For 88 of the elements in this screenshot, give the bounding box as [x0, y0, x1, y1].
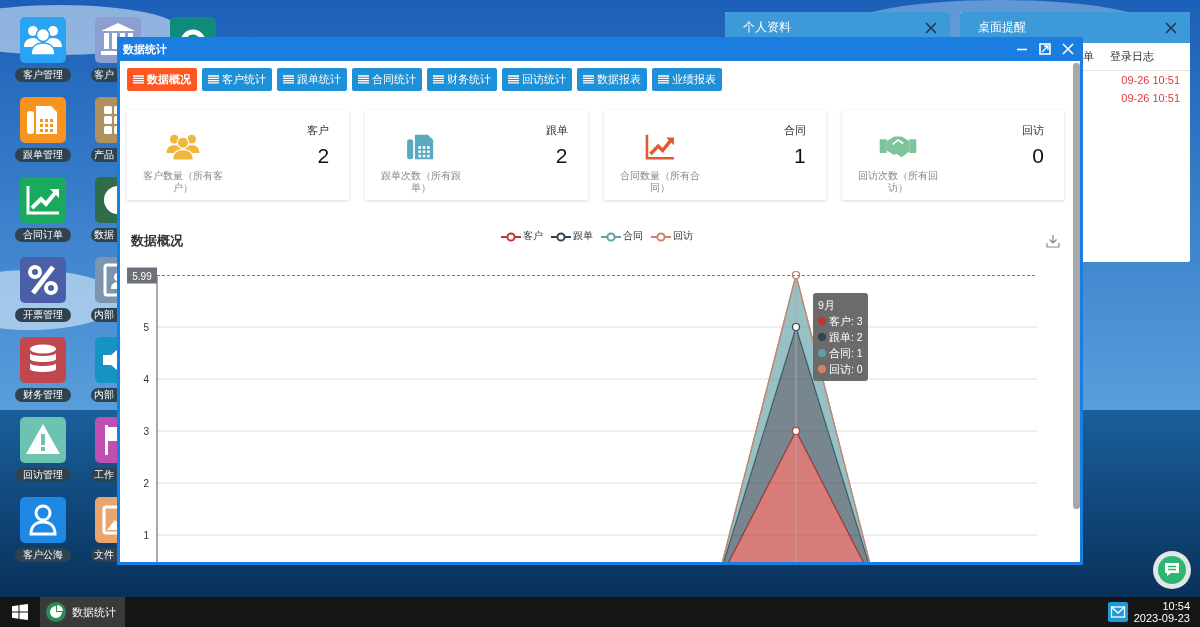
- panel-tab[interactable]: 登录日志: [1110, 49, 1154, 64]
- list-icon: [358, 75, 369, 84]
- card-description: 合同数量（所有合同）: [618, 170, 701, 194]
- desktop-icon-label[interactable]: 合同订单: [14, 228, 71, 242]
- card-value: 0: [1032, 144, 1044, 168]
- flag-icon[interactable]: [94, 417, 117, 463]
- speaker-icon[interactable]: [94, 337, 117, 383]
- close-icon[interactable]: [925, 21, 937, 34]
- desktop-icon-label[interactable]: 内部: [91, 308, 117, 322]
- card-value: 1: [794, 144, 806, 168]
- window-title: 数据统计: [123, 41, 168, 57]
- list-icon: [583, 75, 594, 84]
- panel-title: 桌面提醒: [978, 19, 1027, 36]
- desktop-icon-label[interactable]: 产品: [91, 148, 117, 162]
- legend-marker-icon[interactable]: [501, 231, 521, 242]
- ring-icon[interactable]: [169, 17, 216, 37]
- axis-tick-label: 5: [143, 322, 149, 333]
- panel-title: 个人资料: [743, 19, 792, 36]
- list-icon: [283, 75, 294, 84]
- list-icon: [133, 75, 144, 84]
- desktop-icon-label[interactable]: 数据: [91, 228, 117, 242]
- tooltip-value: 合同: 1: [829, 346, 863, 361]
- tooltip-value: 回访: 0: [829, 362, 863, 377]
- list-icon: [433, 75, 444, 84]
- legend-label[interactable]: 客户: [523, 230, 543, 243]
- axis-tick-label: 1: [143, 530, 149, 541]
- card-value: 2: [555, 144, 568, 168]
- desktop-icon-label[interactable]: 开票管理: [14, 308, 71, 322]
- desktop-icon-label[interactable]: 内部: [91, 388, 117, 402]
- clock-date: 2023-09-23: [1133, 612, 1190, 624]
- person-icon[interactable]: [19, 497, 66, 543]
- tooltip-value: 跟单: 2: [829, 330, 863, 345]
- warning-icon[interactable]: [19, 417, 66, 463]
- mail-icon[interactable]: [1107, 602, 1128, 622]
- contact-card-icon[interactable]: [94, 257, 117, 303]
- card-title: 客户: [307, 123, 330, 138]
- legend-marker-icon[interactable]: [601, 231, 621, 242]
- image-icon[interactable]: [94, 497, 117, 543]
- card-title: 回访: [1022, 123, 1044, 138]
- download-icon[interactable]: [1046, 234, 1060, 248]
- card-description: 回访次数（所有回访）: [856, 170, 939, 194]
- chat-button[interactable]: [1152, 550, 1192, 590]
- scrollbar[interactable]: [1073, 63, 1080, 509]
- desktop-icon-label[interactable]: 回访管理: [14, 468, 71, 482]
- card-title: 跟单: [545, 123, 568, 138]
- close-icon[interactable]: [1165, 21, 1177, 34]
- card-title: 合同: [783, 123, 806, 138]
- chart-title: 数据概况: [130, 232, 183, 250]
- pie-chart-icon: [46, 602, 66, 622]
- card-description: 跟单次数（所有跟单）: [380, 170, 463, 194]
- list-icon: [508, 75, 519, 84]
- desktop-icon-label[interactable]: 财务管理: [14, 388, 71, 402]
- restore-icon[interactable]: [1039, 43, 1051, 55]
- trend-chart-icon[interactable]: [19, 177, 66, 223]
- desktop-icon-label[interactable]: 客户: [91, 68, 117, 82]
- data-point: [791, 426, 801, 436]
- grid-icon[interactable]: [94, 97, 117, 143]
- legend-marker-icon[interactable]: [651, 231, 671, 242]
- legend-label[interactable]: 回访: [673, 230, 693, 243]
- database-icon[interactable]: [19, 337, 66, 383]
- axis-tick-label: 4: [143, 374, 149, 385]
- desktop-icon-label[interactable]: 客户管理: [14, 68, 71, 82]
- list-icon: [658, 75, 669, 84]
- legend-marker-icon[interactable]: [551, 231, 571, 242]
- percent-icon[interactable]: [19, 257, 66, 303]
- panel-tab[interactable]: 单: [1083, 49, 1094, 64]
- windows-logo-icon[interactable]: [12, 604, 28, 620]
- desktop-icon-label[interactable]: 客户公海: [14, 548, 71, 562]
- log-time: 09-26 10:51: [1121, 74, 1180, 86]
- legend-label[interactable]: 跟单: [573, 230, 593, 243]
- desktop-icon-label[interactable]: 文件: [91, 548, 117, 562]
- fax-icon[interactable]: [19, 97, 66, 143]
- list-icon: [208, 75, 219, 84]
- card-value: 2: [317, 144, 330, 168]
- pointer-label: 5.99: [127, 267, 157, 284]
- card-description: 客户数量（所有客户）: [142, 170, 224, 194]
- axis-tick-label: 3: [143, 426, 149, 437]
- legend-label[interactable]: 合同: [623, 230, 643, 243]
- desktop-icon-label[interactable]: 跟单管理: [14, 148, 71, 162]
- people-icon[interactable]: [19, 17, 66, 63]
- taskbar-item[interactable]: 数据统计: [40, 597, 125, 627]
- data-point: [791, 322, 801, 332]
- clock-time: 10:54: [1162, 600, 1190, 612]
- desktop-icon-label[interactable]: 工作: [91, 468, 117, 482]
- log-time: 09-26 10:51: [1121, 92, 1180, 104]
- tooltip-title: 9月: [818, 299, 835, 311]
- axis-tick-label: 2: [143, 478, 149, 489]
- tooltip-value: 客户: 3: [829, 314, 863, 329]
